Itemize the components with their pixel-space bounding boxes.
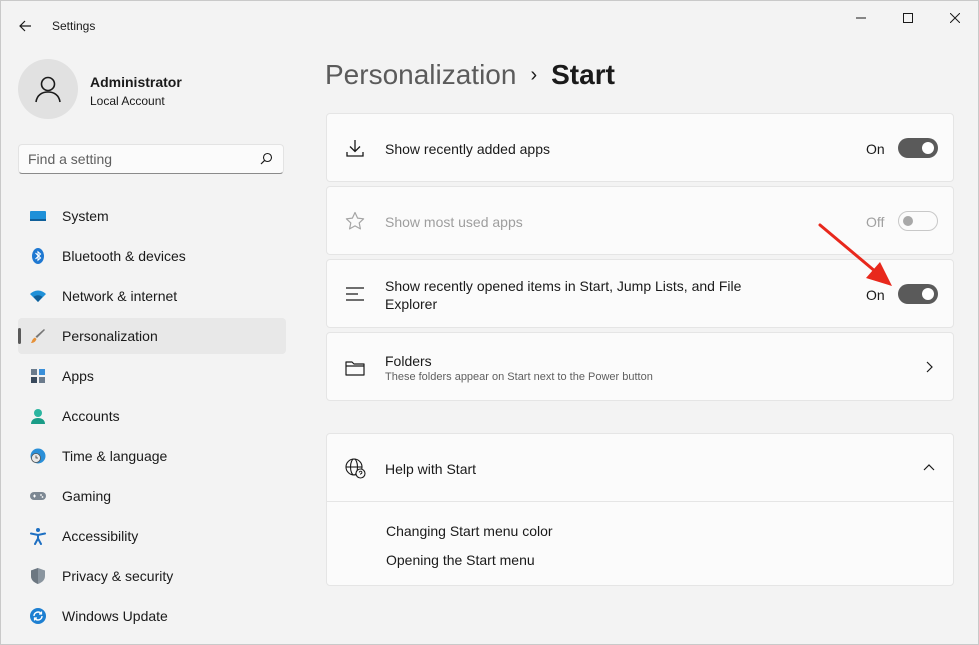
bluetooth-icon: [32, 248, 44, 264]
minimize-button[interactable]: [838, 1, 884, 35]
sidebar-item-label: Accessibility: [62, 528, 139, 544]
breadcrumb-separator: ›: [530, 64, 538, 86]
account-type: Local Account: [90, 94, 165, 108]
paintbrush-icon: [31, 329, 45, 343]
download-icon: [346, 140, 364, 157]
sidebar-item-label: Apps: [62, 368, 94, 384]
close-button[interactable]: [932, 1, 978, 35]
setting-title: Folders: [385, 353, 432, 369]
toggle-state-label: On: [866, 287, 885, 303]
accessibility-icon: [30, 528, 46, 545]
sidebar-item-personalization[interactable]: Personalization: [18, 318, 286, 354]
page-title: Start: [551, 59, 615, 90]
toggle-knob: [903, 216, 913, 226]
divider: [327, 501, 953, 502]
clock-globe-icon: [30, 448, 46, 464]
sidebar-item-label: Personalization: [62, 328, 158, 344]
recently-opened-items-toggle[interactable]: [898, 284, 938, 304]
maximize-button[interactable]: [885, 1, 931, 35]
chevron-right-icon: [926, 361, 933, 373]
sidebar-item-network[interactable]: Network & internet: [18, 278, 286, 314]
user-name: Administrator: [90, 74, 182, 90]
shield-icon: [31, 568, 45, 584]
avatar[interactable]: [18, 59, 78, 119]
sidebar-item-label: System: [62, 208, 109, 224]
sidebar-item-label: Network & internet: [62, 288, 178, 304]
star-icon: [345, 211, 365, 230]
toggle-state-label: Off: [866, 214, 885, 230]
close-icon: [950, 13, 960, 23]
back-arrow-icon: [19, 20, 31, 32]
setting-most-used-apps: Show most used apps Off: [326, 186, 954, 255]
setting-subtitle: These folders appear on Start next to th…: [385, 371, 653, 383]
help-card: Help with Start Changing Start menu colo…: [326, 433, 954, 586]
sidebar-item-windows-update[interactable]: Windows Update: [18, 598, 286, 634]
apps-icon: [31, 369, 45, 383]
sidebar-item-accounts[interactable]: Accounts: [18, 398, 286, 434]
most-used-apps-toggle: [898, 211, 938, 231]
system-monitor-icon: [30, 211, 46, 221]
search-input[interactable]: [28, 150, 253, 168]
list-lines-icon: [346, 287, 364, 301]
help-header[interactable]: Help with Start: [327, 434, 953, 501]
setting-title: Show most used apps: [385, 214, 523, 230]
help-link[interactable]: Opening the Start menu: [386, 552, 535, 568]
folder-icon: [345, 361, 365, 376]
sidebar-item-gaming[interactable]: Gaming: [18, 478, 286, 514]
app-title: Settings: [52, 19, 96, 33]
toggle-state-label: On: [866, 141, 885, 157]
sidebar-item-label: Privacy & security: [62, 568, 174, 584]
maximize-icon: [903, 13, 913, 23]
sidebar-item-accessibility[interactable]: Accessibility: [18, 518, 286, 554]
gamepad-icon: [30, 492, 46, 500]
sidebar-item-privacy-security[interactable]: Privacy & security: [18, 558, 286, 594]
minimize-icon: [856, 17, 866, 19]
globe-help-icon: [345, 458, 366, 479]
user-avatar-icon: [35, 76, 61, 103]
setting-recently-opened-items[interactable]: Show recently opened items in Start, Jum…: [326, 259, 954, 328]
setting-folders[interactable]: Folders These folders appear on Start ne…: [326, 332, 954, 401]
sidebar-item-label: Accounts: [62, 408, 120, 424]
toggle-knob: [922, 142, 934, 154]
help-title: Help with Start: [385, 461, 477, 477]
help-link[interactable]: Changing Start menu color: [386, 523, 553, 539]
sidebar-item-system[interactable]: System: [18, 198, 286, 234]
search-icon[interactable]: [260, 152, 273, 165]
sidebar-item-label: Time & language: [62, 448, 168, 464]
setting-recently-added-apps[interactable]: Show recently added apps On: [326, 113, 954, 182]
title-bar: Settings: [1, 1, 978, 49]
setting-title: Show recently opened items in Start, Jum…: [385, 278, 742, 312]
wifi-icon: [30, 290, 46, 302]
breadcrumb-parent[interactable]: Personalization: [325, 59, 516, 90]
sidebar-item-label: Gaming: [62, 488, 112, 504]
recently-added-apps-toggle[interactable]: [898, 138, 938, 158]
windows-update-icon: [30, 608, 46, 624]
search-box[interactable]: [18, 144, 284, 174]
toggle-knob: [922, 288, 934, 300]
sidebar-item-label: Bluetooth & devices: [62, 248, 186, 264]
sidebar-item-label: Windows Update: [62, 608, 168, 624]
chevron-up-icon[interactable]: [923, 463, 935, 473]
breadcrumb: Personalization › Start: [325, 59, 615, 91]
accounts-icon: [31, 409, 45, 424]
selection-indicator: [18, 328, 21, 344]
sidebar-item-apps[interactable]: Apps: [18, 358, 286, 394]
settings-window: Settings Administrator Local Account Sys…: [0, 0, 979, 645]
sidebar-item-bluetooth[interactable]: Bluetooth & devices: [18, 238, 286, 274]
setting-title: Show recently added apps: [385, 141, 550, 157]
back-button[interactable]: [13, 14, 37, 38]
sidebar-item-time-language[interactable]: Time & language: [18, 438, 286, 474]
